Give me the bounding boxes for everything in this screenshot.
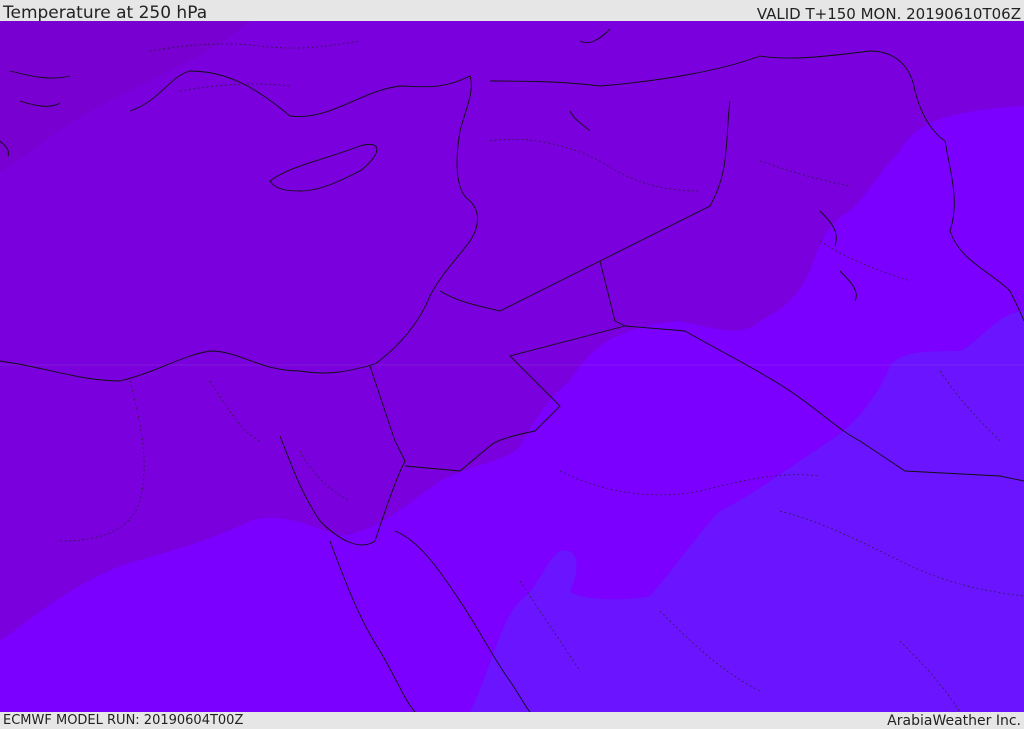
weather-map-canvas xyxy=(0,21,1024,712)
map-header: Temperature at 250 hPa VALID T+150 MON. … xyxy=(0,0,1024,23)
map-title: Temperature at 250 hPa xyxy=(3,3,208,23)
model-run-label: ECMWF MODEL RUN: 20190604T00Z xyxy=(3,713,244,728)
weather-map[interactable] xyxy=(0,21,1024,712)
map-footer: ECMWF MODEL RUN: 20190604T00Z ArabiaWeat… xyxy=(0,712,1024,729)
credit-label: ArabiaWeather Inc. xyxy=(887,713,1021,729)
